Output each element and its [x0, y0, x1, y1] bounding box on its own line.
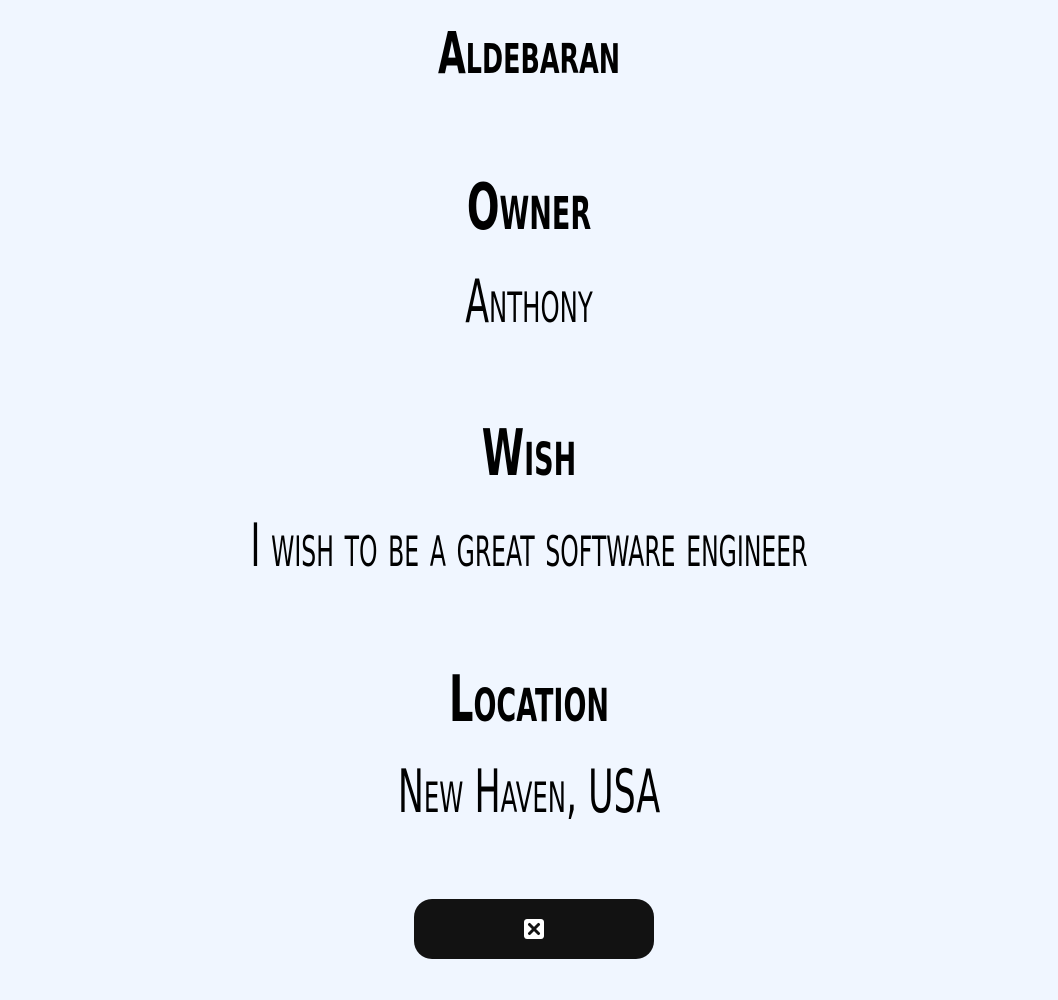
owner-value: Anthony	[465, 267, 593, 337]
star-detail-panel: Aldebaran Owner Anthony Wish I wish to b…	[0, 0, 1058, 1000]
close-button[interactable]	[414, 899, 654, 959]
star-name-title: Aldebaran	[437, 19, 621, 87]
close-square-icon	[524, 919, 544, 939]
wish-value: I wish to be a great software engineer	[250, 511, 808, 581]
location-value: New Haven, USA	[397, 757, 661, 827]
owner-label: Owner	[466, 171, 592, 245]
wish-label: Wish	[481, 417, 577, 491]
location-label: Location	[448, 663, 610, 737]
